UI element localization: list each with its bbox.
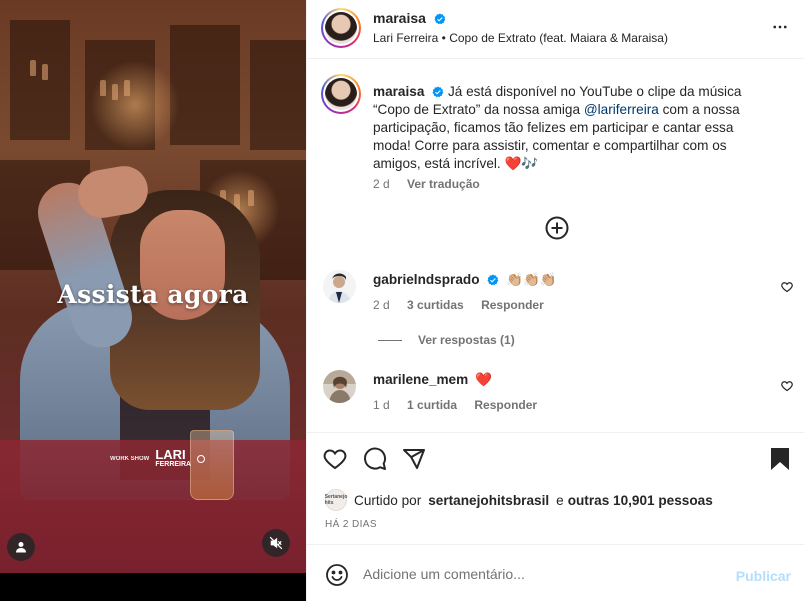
- comment-time[interactable]: 2 d: [373, 298, 390, 312]
- post-side-panel: maraisa Lari Ferreira • Copo de Extrato …: [306, 0, 804, 601]
- liked-by: Sertanejo hits Curtido por sertanejohits…: [325, 489, 713, 511]
- lari-ferreira-logo: WORK SHOW LARI FERREIRA: [110, 447, 206, 468]
- caption-author-avatar[interactable]: [321, 74, 361, 114]
- liked-by-others[interactable]: outras 10,901 pessoas: [568, 493, 713, 508]
- comment-text: ❤️: [475, 372, 492, 387]
- comment-1: gabrielndsprado 👏🏼👏🏼👏🏼: [373, 272, 557, 288]
- heart-outline-icon: [781, 282, 793, 293]
- like-button[interactable]: [323, 447, 347, 474]
- add-comment-bar: Publicar: [307, 544, 804, 601]
- heart-outline-icon: [781, 381, 793, 392]
- comment-like-button[interactable]: [781, 281, 793, 296]
- comment-meta: 2 d 3 curtidas Responder: [373, 298, 544, 312]
- liked-by-mid: e: [556, 492, 564, 508]
- tagged-users-button[interactable]: [7, 533, 35, 561]
- send-icon: [403, 449, 425, 469]
- caption-emojis: ❤️🎶: [504, 156, 539, 171]
- comment-username[interactable]: gabrielndsprado: [373, 272, 480, 287]
- comment-like-button[interactable]: [781, 380, 793, 395]
- caption-body-2: da nossa amiga: [484, 102, 581, 117]
- comment-meta: 1 d 1 curtida Responder: [373, 398, 537, 412]
- mute-toggle-button[interactable]: [262, 529, 290, 557]
- load-more-comments-button[interactable]: [545, 216, 569, 243]
- more-horizontal-icon: [773, 25, 787, 29]
- reply-button[interactable]: Responder: [474, 398, 537, 412]
- caption-body-1: Já está disponível no YouTube o clipe da…: [447, 84, 742, 99]
- caption-username[interactable]: maraisa: [373, 84, 424, 99]
- caption-text: maraisa Já está disponível no YouTube o …: [373, 83, 769, 173]
- caption-song-title: “Copo de Extrato”: [373, 102, 481, 117]
- post-date[interactable]: HÁ 2 DIAS: [325, 519, 377, 530]
- comment-2: marilene_mem ❤️: [373, 372, 492, 388]
- bookmark-icon: [771, 448, 789, 470]
- verified-badge-icon: [434, 13, 446, 25]
- caption-time[interactable]: 2 d: [373, 177, 390, 191]
- more-options-button[interactable]: [771, 18, 789, 39]
- mini-avatar-label: Sertanejo hits: [324, 494, 348, 506]
- reply-button[interactable]: Responder: [481, 298, 544, 312]
- view-replies-label: Ver respostas (1): [418, 333, 515, 347]
- liked-by-avatar[interactable]: Sertanejo hits: [325, 489, 347, 511]
- brand-name-line2: FERREIRA: [155, 461, 192, 468]
- brand-circle-icon: [197, 454, 206, 463]
- comment-username[interactable]: marilene_mem: [373, 372, 468, 387]
- replies-divider: [378, 339, 402, 341]
- verified-badge-icon: [432, 86, 444, 98]
- brand-name-line1: LARI: [155, 447, 186, 462]
- heart-icon: [323, 449, 347, 470]
- caption-meta: 2 d Ver tradução: [373, 177, 480, 191]
- emoji-smile-icon: [326, 564, 348, 586]
- publish-button[interactable]: Publicar: [736, 568, 791, 584]
- plus-circle-icon: [545, 216, 569, 240]
- brand-small-text: WORK SHOW: [110, 455, 150, 462]
- emoji-button[interactable]: [325, 563, 349, 590]
- comment-button[interactable]: [363, 447, 387, 474]
- verified-badge-icon: [487, 274, 499, 286]
- view-replies-button[interactable]: Ver respostas (1): [378, 333, 515, 347]
- mention-link[interactable]: @lariferreira: [584, 102, 659, 117]
- share-button[interactable]: [402, 447, 426, 474]
- comment-time[interactable]: 1 d: [373, 398, 390, 412]
- liked-by-user[interactable]: sertanejohitsbrasil: [428, 493, 549, 508]
- comment-icon: [364, 447, 387, 470]
- comment-likes[interactable]: 3 curtidas: [407, 298, 464, 312]
- comments-section: maraisa Já está disponível no YouTube o …: [307, 60, 804, 432]
- post-header: maraisa Lari Ferreira • Copo de Extrato …: [307, 0, 804, 59]
- save-button[interactable]: [769, 447, 791, 474]
- liked-by-prefix: Curtido por: [354, 492, 422, 508]
- post-audio-subtitle[interactable]: Lari Ferreira • Copo de Extrato (feat. M…: [373, 31, 668, 45]
- comment-avatar[interactable]: [323, 370, 356, 403]
- author-avatar[interactable]: [321, 8, 361, 48]
- user-icon: [16, 542, 26, 553]
- post-dialog: Assista agora WORK SHOW LARI FERREIRA ma…: [0, 0, 804, 601]
- post-media[interactable]: Assista agora WORK SHOW LARI FERREIRA: [0, 0, 306, 601]
- translate-link[interactable]: Ver tradução: [407, 177, 480, 191]
- speaker-muted-icon: [269, 536, 283, 550]
- comment-input[interactable]: [363, 560, 723, 588]
- comment-likes[interactable]: 1 curtida: [407, 398, 457, 412]
- video-overlay-title: Assista agora: [57, 280, 249, 309]
- post-actions: Sertanejo hits Curtido por sertanejohits…: [307, 432, 804, 544]
- comment-text: 👏🏼👏🏼👏🏼: [506, 272, 557, 287]
- comment-avatar[interactable]: [323, 270, 356, 303]
- author-username[interactable]: maraisa: [373, 10, 426, 26]
